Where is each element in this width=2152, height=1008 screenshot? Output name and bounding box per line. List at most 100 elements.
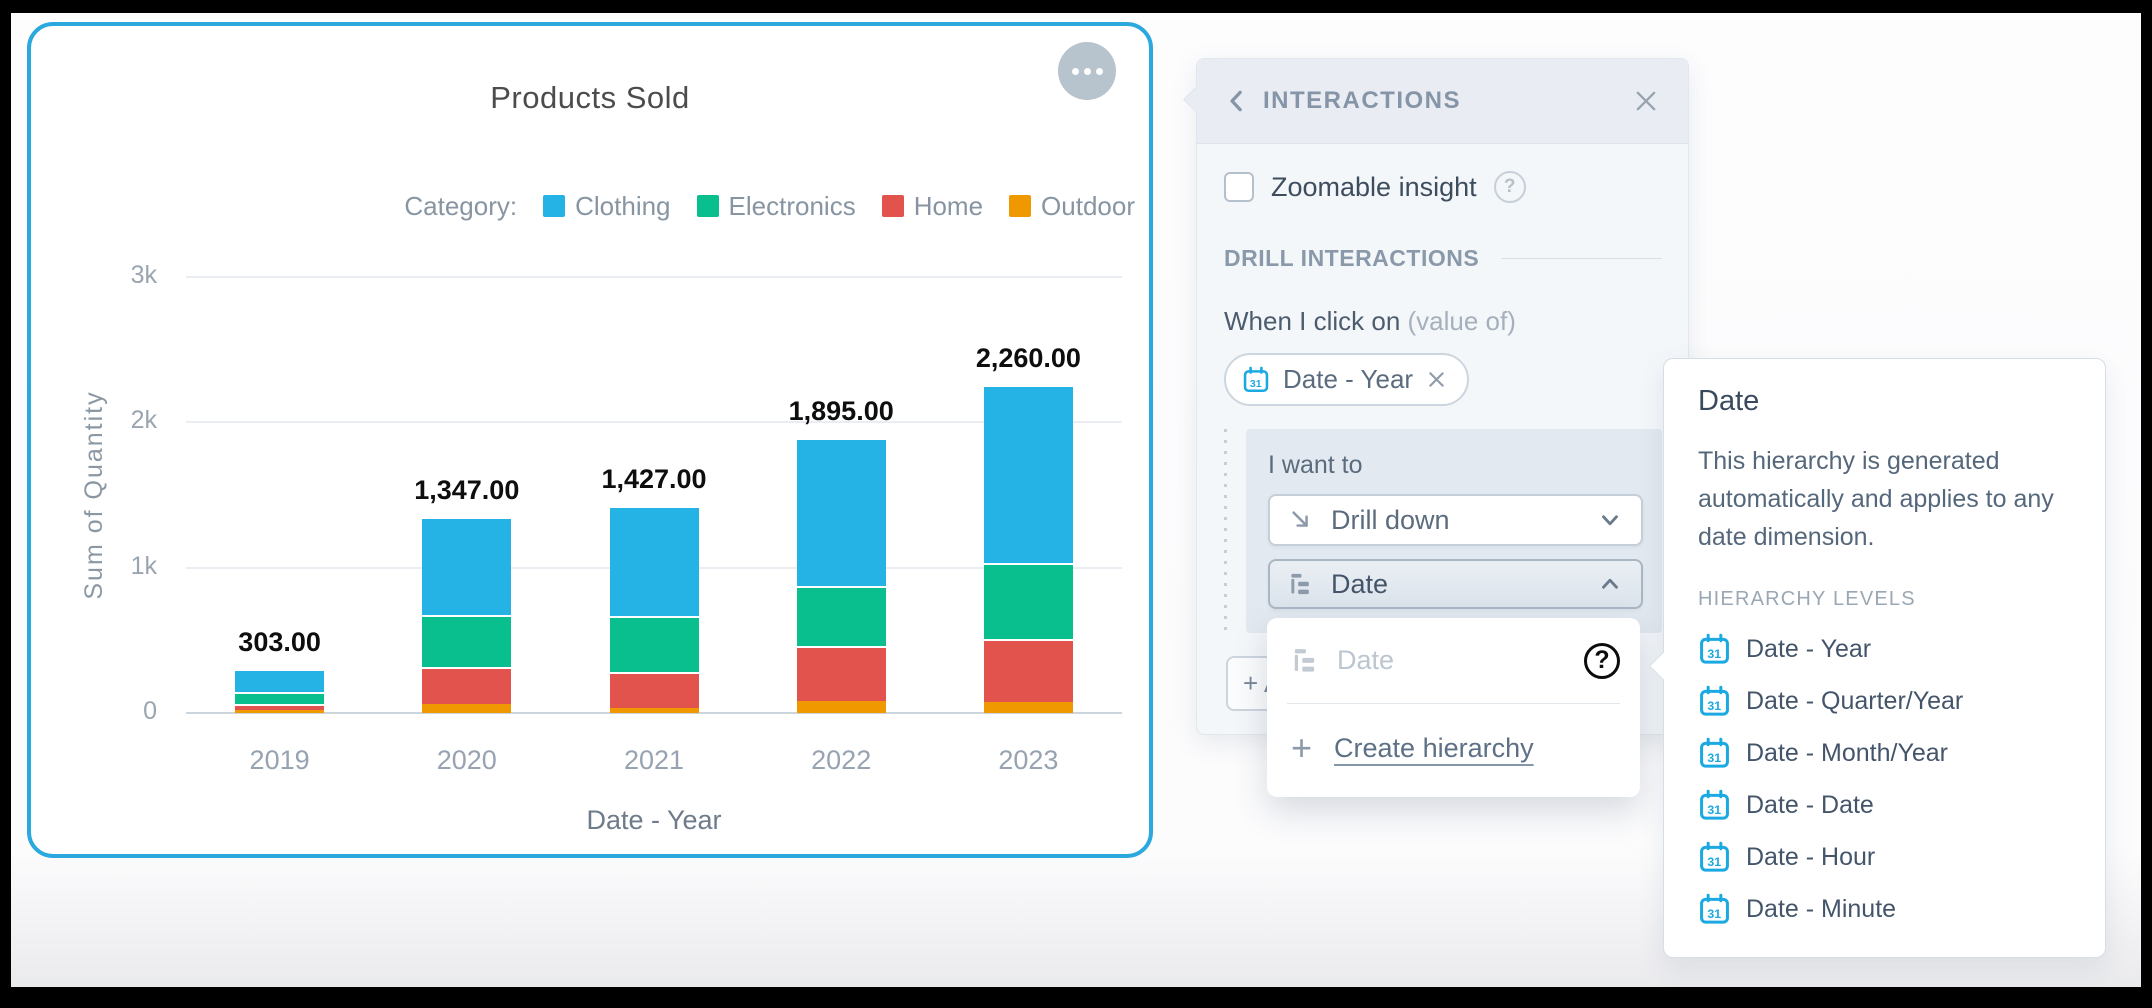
bar-segment-home-2021[interactable] bbox=[610, 672, 699, 708]
x-tick-label: 2020 bbox=[397, 745, 537, 776]
gridline bbox=[186, 421, 1122, 423]
bar-segment-clothing-2020[interactable] bbox=[422, 517, 511, 615]
bar-segment-outdoor-2021[interactable] bbox=[610, 708, 699, 713]
bar-segment-home-2022[interactable] bbox=[797, 646, 886, 701]
bar-total-label: 1,895.00 bbox=[731, 396, 951, 427]
zoomable-insight-row: Zoomable insight ? bbox=[1224, 171, 1526, 203]
bar-total-label: 303.00 bbox=[170, 627, 390, 658]
plus-icon: + bbox=[1291, 730, 1312, 766]
create-hierarchy-label: Create hierarchy bbox=[1334, 733, 1534, 764]
bar-segment-outdoor-2022[interactable] bbox=[797, 701, 886, 713]
when-click-label: When I click on (value of) bbox=[1224, 306, 1516, 337]
bar-total-label: 1,427.00 bbox=[544, 464, 764, 495]
calendar-icon: 31 bbox=[1698, 633, 1731, 666]
panel-title: INTERACTIONS bbox=[1263, 87, 1461, 115]
hierarchy-level-item: 31 Date - Minute bbox=[1698, 883, 2071, 935]
bar-segment-clothing-2023[interactable] bbox=[984, 385, 1073, 564]
hierarchy-level-item: 31 Date - Year bbox=[1698, 623, 2071, 675]
close-icon[interactable] bbox=[1632, 87, 1660, 115]
stacked-bar-chart: Sum of Quantity Date - Year 0 1k 2k 3k 303.0… bbox=[31, 26, 1149, 854]
help-icon[interactable]: ? bbox=[1494, 171, 1526, 203]
calendar-icon: 31 bbox=[1698, 893, 1731, 926]
svg-text:31: 31 bbox=[1707, 699, 1721, 713]
bar-segment-outdoor-2019[interactable] bbox=[235, 710, 324, 713]
dropdown-item-date[interactable]: Date ? bbox=[1267, 618, 1640, 703]
chevron-down-icon bbox=[1597, 507, 1623, 533]
svg-text:31: 31 bbox=[1707, 907, 1721, 921]
y-tick-label: 3k bbox=[67, 261, 157, 290]
x-axis-title: Date - Year bbox=[186, 805, 1122, 836]
chevron-up-icon bbox=[1597, 571, 1623, 597]
drill-action-group: I want to Drill down bbox=[1246, 429, 1662, 633]
x-tick-label: 2023 bbox=[958, 745, 1098, 776]
y-axis-title: Sum of Quantity bbox=[80, 345, 110, 645]
hierarchy-level-label: Date - Minute bbox=[1746, 895, 1896, 924]
drill-interactions-heading: DRILL INTERACTIONS bbox=[1224, 245, 1479, 272]
panel-header: INTERACTIONS bbox=[1197, 59, 1688, 144]
hierarchy-level-label: Date - Date bbox=[1746, 791, 1874, 820]
hierarchy-select[interactable]: Date bbox=[1268, 559, 1643, 609]
bar-segment-outdoor-2023[interactable] bbox=[984, 702, 1073, 713]
bar-segment-home-2019[interactable] bbox=[235, 704, 324, 711]
drill-interactions-section: DRILL INTERACTIONS bbox=[1224, 245, 1662, 272]
hierarchy-level-label: Date - Month/Year bbox=[1746, 739, 1948, 768]
dropdown-divider bbox=[1287, 703, 1620, 704]
section-divider bbox=[1501, 258, 1662, 259]
bar-segment-home-2023[interactable] bbox=[984, 639, 1073, 702]
hierarchy-level-item: 31 Date - Month/Year bbox=[1698, 727, 2071, 779]
date-hierarchy-tooltip: Date This hierarchy is generated automat… bbox=[1663, 358, 2106, 958]
calendar-icon: 31 bbox=[1698, 789, 1731, 822]
bar-segment-clothing-2022[interactable] bbox=[797, 438, 886, 586]
svg-text:31: 31 bbox=[1707, 803, 1721, 817]
bar-segment-electronics-2021[interactable] bbox=[610, 616, 699, 672]
x-tick-label: 2021 bbox=[584, 745, 724, 776]
calendar-icon: 31 bbox=[1698, 841, 1731, 874]
dropdown-item-label: Date bbox=[1337, 645, 1394, 676]
chart-widget[interactable]: Products Sold Category: ClothingElectron… bbox=[27, 22, 1153, 858]
hierarchy-level-label: Date - Quarter/Year bbox=[1746, 687, 1963, 716]
calendar-icon: 31 bbox=[1698, 737, 1731, 770]
hierarchy-levels-heading: HIERARCHY LEVELS bbox=[1698, 588, 2071, 611]
back-chevron-icon[interactable] bbox=[1225, 88, 1251, 114]
chip-remove-icon[interactable] bbox=[1426, 369, 1447, 390]
hierarchy-icon bbox=[1288, 571, 1315, 598]
zoomable-insight-label: Zoomable insight bbox=[1271, 172, 1477, 203]
tooltip-title: Date bbox=[1698, 385, 2071, 418]
drill-action-value: Drill down bbox=[1331, 505, 1450, 536]
hierarchy-level-item: 31 Date - Quarter/Year bbox=[1698, 675, 2071, 727]
help-cursor-icon: ? bbox=[1584, 643, 1620, 679]
drill-action-select[interactable]: Drill down bbox=[1268, 494, 1643, 546]
svg-text:31: 31 bbox=[1707, 855, 1721, 869]
bar-segment-electronics-2020[interactable] bbox=[422, 615, 511, 667]
hierarchy-dropdown: Date ? + Create hierarchy bbox=[1267, 618, 1640, 797]
bar-segment-clothing-2021[interactable] bbox=[610, 506, 699, 616]
svg-text:31: 31 bbox=[1707, 751, 1721, 765]
svg-text:31: 31 bbox=[1707, 647, 1721, 661]
create-hierarchy-link[interactable]: + Create hierarchy bbox=[1267, 718, 1640, 778]
hierarchy-icon-disabled bbox=[1291, 646, 1321, 676]
bar-segment-outdoor-2020[interactable] bbox=[422, 704, 511, 713]
y-tick-label: 1k bbox=[67, 552, 157, 581]
y-tick-label: 0 bbox=[67, 697, 157, 726]
bar-segment-electronics-2022[interactable] bbox=[797, 586, 886, 647]
tooltip-body: This hierarchy is generated automaticall… bbox=[1698, 442, 2071, 556]
bar-segment-electronics-2023[interactable] bbox=[984, 563, 1073, 639]
date-year-chip[interactable]: 31 Date - Year bbox=[1224, 353, 1469, 406]
x-tick-label: 2022 bbox=[771, 745, 911, 776]
bar-segment-electronics-2019[interactable] bbox=[235, 692, 324, 703]
drill-down-icon bbox=[1288, 507, 1315, 534]
calendar-icon: 31 bbox=[1242, 366, 1270, 394]
app-canvas: Products Sold Category: ClothingElectron… bbox=[11, 13, 2141, 987]
calendar-icon: 31 bbox=[1698, 685, 1731, 718]
bar-total-label: 2,260.00 bbox=[918, 343, 1138, 374]
hierarchy-level-label: Date - Year bbox=[1746, 635, 1871, 664]
zoomable-insight-checkbox[interactable] bbox=[1224, 172, 1254, 202]
hierarchy-level-item: 31Date - Hour bbox=[1698, 831, 2071, 883]
hierarchy-value: Date bbox=[1331, 569, 1388, 600]
bar-segment-home-2020[interactable] bbox=[422, 667, 511, 704]
y-tick-label: 2k bbox=[67, 406, 157, 435]
x-tick-label: 2019 bbox=[210, 745, 350, 776]
gridline bbox=[186, 276, 1122, 278]
bar-segment-clothing-2019[interactable] bbox=[235, 669, 324, 692]
hierarchy-level-item: 31 Date - Date bbox=[1698, 779, 2071, 831]
